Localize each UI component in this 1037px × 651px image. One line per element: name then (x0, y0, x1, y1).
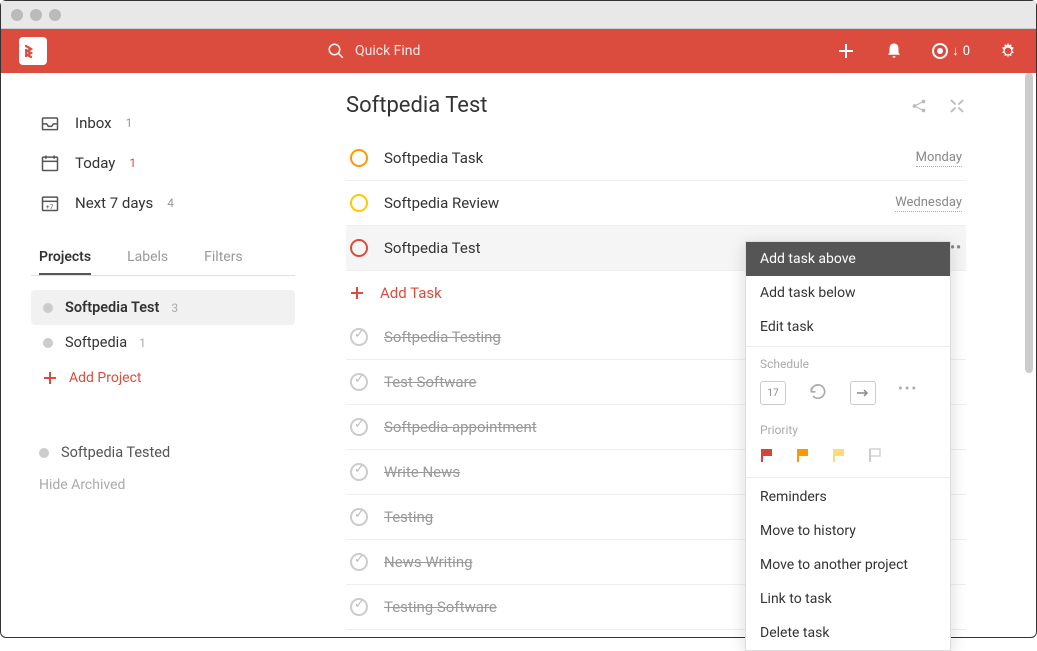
project-count: 3 (171, 301, 178, 315)
nav-today-label: Today (75, 154, 115, 172)
ctx-link-task[interactable]: Link to task (746, 582, 950, 616)
schedule-date-icon[interactable]: 17 (760, 381, 786, 405)
task-checkbox[interactable] (350, 508, 368, 526)
nav-today-count: 1 (129, 156, 136, 170)
priority-1-flag[interactable] (760, 447, 776, 463)
task-checkbox[interactable] (350, 328, 368, 346)
nav-today[interactable]: Today 1 (31, 143, 295, 183)
top-bar: ↓ 0 (1, 29, 1036, 73)
add-project-label: Add Project (69, 370, 142, 386)
archived-project-name: Softpedia Tested (61, 444, 170, 461)
task-due-date[interactable]: Wednesday (895, 195, 962, 212)
nav-next7[interactable]: +7 Next 7 days 4 (31, 183, 295, 223)
task-checkbox[interactable] (350, 194, 368, 212)
project-list: Softpedia Test 3 Softpedia 1 Add Project (31, 290, 295, 396)
page-title: Softpedia Test (346, 93, 488, 118)
task-label: Softpedia Review (384, 194, 895, 212)
task-checkbox[interactable] (350, 149, 368, 167)
karma-value: 0 (963, 44, 970, 59)
ctx-add-above[interactable]: Add task above (746, 242, 950, 276)
tab-labels[interactable]: Labels (127, 249, 168, 265)
nav-next7-count: 4 (167, 196, 174, 210)
schedule-repeat-icon[interactable] (808, 381, 828, 401)
project-item[interactable]: Softpedia 1 (31, 325, 295, 360)
project-color-dot (39, 448, 49, 458)
svg-text:+7: +7 (46, 203, 54, 211)
window-minimize-dot[interactable] (30, 9, 42, 21)
task-label: Softpedia Task (384, 149, 916, 167)
ctx-move-history[interactable]: Move to history (746, 514, 950, 548)
ctx-edit-task[interactable]: Edit task (746, 310, 950, 344)
project-name: Softpedia (65, 334, 127, 351)
task-row[interactable]: Softpedia ReviewWednesday (346, 181, 966, 226)
tab-filters[interactable]: Filters (204, 249, 243, 265)
task-checkbox[interactable] (350, 239, 368, 257)
ctx-priority-label: Priority (746, 415, 950, 441)
notifications-icon[interactable] (884, 41, 904, 61)
tab-projects[interactable]: Projects (39, 249, 91, 275)
sidebar-tabs: Projects Labels Filters (31, 241, 295, 276)
schedule-postpone-icon[interactable] (850, 381, 876, 405)
app-logo[interactable] (19, 37, 47, 65)
task-checkbox[interactable] (350, 598, 368, 616)
add-task-icon[interactable] (836, 41, 856, 61)
window-maximize-dot[interactable] (49, 9, 61, 21)
settings-icon[interactable] (998, 41, 1018, 61)
task-due-date[interactable]: Monday (916, 150, 962, 167)
ctx-schedule-label: Schedule (746, 349, 950, 375)
share-icon[interactable] (910, 97, 928, 115)
ctx-move-project[interactable]: Move to another project (746, 548, 950, 582)
priority-4-flag[interactable] (868, 447, 884, 463)
priority-2-flag[interactable] (796, 447, 812, 463)
task-checkbox[interactable] (350, 418, 368, 436)
project-name: Softpedia Test (65, 299, 159, 316)
task-checkbox[interactable] (350, 553, 368, 571)
search-input[interactable] (355, 43, 555, 59)
task-checkbox[interactable] (350, 373, 368, 391)
task-row[interactable]: Softpedia TaskMonday (346, 136, 966, 181)
hide-archived-button[interactable]: Hide Archived (31, 469, 295, 501)
karma-indicator[interactable]: ↓ 0 (932, 43, 970, 59)
add-project-button[interactable]: Add Project (31, 360, 295, 396)
karma-arrow: ↓ (952, 43, 959, 59)
ctx-reminders[interactable]: Reminders (746, 480, 950, 514)
window-close-dot[interactable] (11, 9, 23, 21)
nav-inbox-label: Inbox (75, 114, 112, 132)
nav-inbox[interactable]: Inbox 1 (31, 103, 295, 143)
search-box[interactable] (327, 42, 836, 60)
ctx-delete-task[interactable]: Delete task (746, 616, 950, 650)
search-icon (327, 42, 345, 60)
window-titlebar (1, 1, 1036, 29)
nav-next7-label: Next 7 days (75, 194, 153, 212)
nav-inbox-count: 1 (126, 116, 133, 130)
project-color-dot (43, 303, 53, 313)
tools-icon[interactable] (948, 97, 966, 115)
scrollbar[interactable] (1025, 73, 1033, 373)
ctx-add-below[interactable]: Add task below (746, 276, 950, 310)
schedule-more-icon[interactable]: ••• (898, 381, 918, 405)
project-count: 1 (139, 336, 146, 350)
add-task-label: Add Task (380, 284, 442, 302)
priority-3-flag[interactable] (832, 447, 848, 463)
project-color-dot (43, 338, 53, 348)
archived-project[interactable]: Softpedia Tested (31, 436, 295, 469)
task-checkbox[interactable] (350, 463, 368, 481)
project-item[interactable]: Softpedia Test 3 (31, 290, 295, 325)
sidebar: Inbox 1 Today 1 +7 Next 7 days 4 Project… (1, 73, 316, 637)
task-context-menu: Add task above Add task below Edit task … (745, 241, 951, 651)
